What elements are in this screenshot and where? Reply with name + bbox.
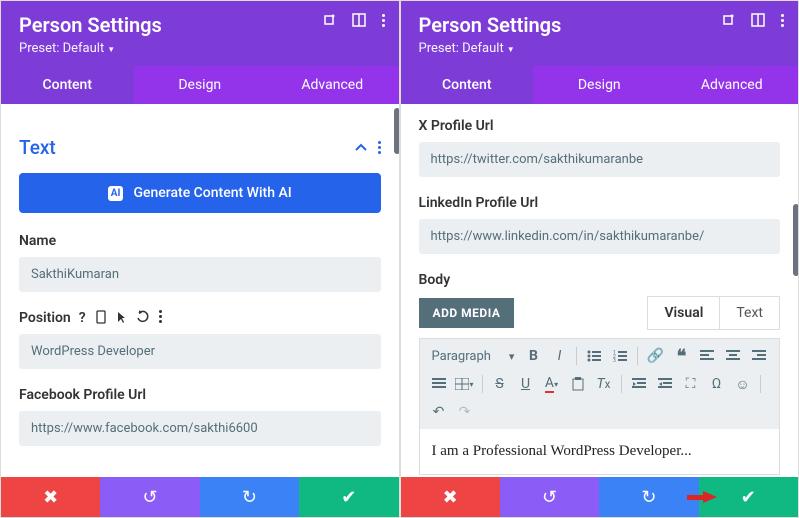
section-title: Text — [19, 136, 56, 159]
wysiwyg-editor: Paragraph B I 123 🔗 ❝ ▾ S U A▾ Tx — [419, 338, 781, 475]
linkedin-input[interactable] — [419, 219, 781, 254]
footer-actions: ✖ ↺ ↻ ✔ — [401, 477, 799, 517]
expand-icon[interactable] — [322, 13, 336, 27]
align-center-icon[interactable] — [722, 345, 744, 367]
bold-icon[interactable]: B — [522, 345, 544, 367]
more-icon[interactable] — [781, 14, 784, 27]
settings-panel-right: Person Settings Preset: Default Content … — [400, 0, 799, 518]
emoji-icon[interactable]: ☺ — [732, 373, 754, 395]
tab-design[interactable]: Design — [134, 66, 267, 104]
content-area: X Profile Url LinkedIn Profile Url Body … — [401, 104, 799, 477]
cancel-button[interactable]: ✖ — [1, 477, 100, 517]
name-input[interactable] — [19, 257, 381, 292]
position-input[interactable] — [19, 334, 381, 369]
scrollbar[interactable] — [394, 108, 399, 154]
align-right-icon[interactable] — [748, 345, 770, 367]
section-more-icon[interactable] — [378, 141, 381, 154]
arrow-annotation — [703, 491, 717, 503]
textcolor-icon[interactable]: A▾ — [541, 373, 563, 395]
paste-icon[interactable] — [567, 373, 589, 395]
expand-icon[interactable] — [721, 13, 735, 27]
strike-icon[interactable]: S — [489, 373, 511, 395]
paragraph-select[interactable]: Paragraph — [428, 347, 519, 366]
outdent-icon[interactable] — [628, 373, 650, 395]
confirm-button[interactable]: ✔ — [299, 477, 398, 517]
preset-selector[interactable]: Preset: Default — [419, 41, 781, 56]
reset-icon[interactable] — [136, 310, 149, 326]
confirm-button[interactable]: ✔ — [699, 477, 798, 517]
content-area: Text AI Generate Content With AI Name Po… — [1, 104, 399, 477]
tabs: Content Design Advanced — [1, 66, 399, 104]
linkedin-label: LinkedIn Profile Url — [419, 195, 781, 211]
panel-header: Person Settings Preset: Default — [401, 1, 799, 66]
align-justify-icon[interactable] — [428, 373, 450, 395]
x-label: X Profile Url — [419, 118, 781, 134]
more-icon[interactable] — [382, 14, 385, 27]
svg-text:3: 3 — [613, 358, 616, 362]
field-more-icon[interactable] — [159, 310, 162, 326]
position-label: Position ? — [19, 310, 381, 326]
collapse-icon[interactable] — [354, 143, 368, 153]
visual-tab[interactable]: Visual — [648, 297, 720, 329]
text-tab[interactable]: Text — [720, 297, 779, 329]
redo-icon[interactable]: ↷ — [454, 401, 476, 423]
scrollbar[interactable] — [793, 204, 798, 276]
link-icon[interactable]: 🔗 — [644, 345, 666, 367]
fullscreen-icon[interactable]: ⛶ — [680, 373, 702, 395]
undo-button[interactable]: ↺ — [500, 477, 599, 517]
table-icon[interactable]: ▾ — [454, 373, 476, 395]
underline-icon[interactable]: U — [515, 373, 537, 395]
header-actions — [322, 13, 385, 27]
redo-button[interactable]: ↻ — [200, 477, 299, 517]
quote-icon[interactable]: ❝ — [670, 345, 692, 367]
tab-advanced[interactable]: Advanced — [266, 66, 399, 104]
editor-mode-tabs: Visual Text — [647, 296, 780, 330]
layout-icon[interactable] — [352, 13, 366, 27]
align-left-icon[interactable] — [696, 345, 718, 367]
specialchar-icon[interactable]: Ω — [706, 373, 728, 395]
editor-toolbar: Paragraph B I 123 🔗 ❝ ▾ S U A▾ Tx — [420, 339, 780, 429]
tab-content[interactable]: Content — [1, 66, 134, 104]
editor-content[interactable]: I am a Professional WordPress Developer.… — [420, 429, 780, 474]
tabs: Content Design Advanced — [401, 66, 799, 104]
footer-actions: ✖ ↺ ↻ ✔ — [1, 477, 399, 517]
ol-icon[interactable]: 123 — [609, 345, 631, 367]
cursor-icon[interactable] — [116, 310, 126, 326]
facebook-input[interactable] — [19, 411, 381, 446]
undo-icon[interactable]: ↶ — [428, 401, 450, 423]
facebook-label: Facebook Profile Url — [19, 387, 381, 403]
indent-icon[interactable] — [654, 373, 676, 395]
undo-button[interactable]: ↺ — [100, 477, 199, 517]
header-actions — [721, 13, 784, 27]
preset-selector[interactable]: Preset: Default — [19, 41, 381, 56]
italic-icon[interactable]: I — [548, 345, 570, 367]
layout-icon[interactable] — [751, 13, 765, 27]
panel-header: Person Settings Preset: Default — [1, 1, 399, 66]
redo-button[interactable]: ↻ — [599, 477, 698, 517]
ai-icon: AI — [108, 186, 124, 201]
generate-ai-button[interactable]: AI Generate Content With AI — [19, 173, 381, 213]
x-input[interactable] — [419, 142, 781, 177]
cancel-button[interactable]: ✖ — [401, 477, 500, 517]
tablet-icon[interactable] — [96, 310, 106, 326]
name-label: Name — [19, 233, 381, 249]
tab-content[interactable]: Content — [401, 66, 534, 104]
clearformat-icon[interactable]: Tx — [593, 373, 615, 395]
settings-panel-left: Person Settings Preset: Default Content … — [0, 0, 400, 518]
tab-advanced[interactable]: Advanced — [666, 66, 799, 104]
body-label: Body — [419, 272, 781, 288]
help-icon[interactable]: ? — [79, 310, 86, 326]
tab-design[interactable]: Design — [533, 66, 666, 104]
ul-icon[interactable] — [583, 345, 605, 367]
add-media-button[interactable]: ADD MEDIA — [419, 298, 515, 328]
